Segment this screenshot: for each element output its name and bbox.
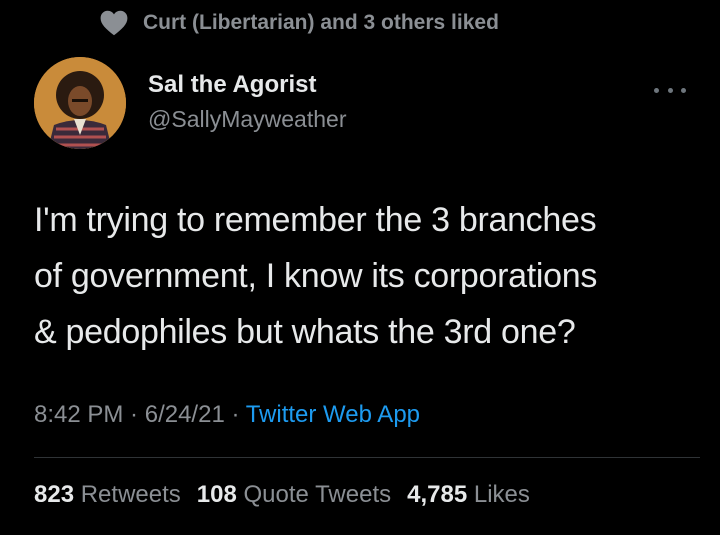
tweet-source-link[interactable]: Twitter Web App bbox=[246, 401, 420, 428]
retweets-count: 823 bbox=[34, 481, 75, 508]
user-handle[interactable]: @SallyMayweather bbox=[148, 104, 346, 134]
likes-count: 4,785 bbox=[407, 481, 468, 508]
heart-icon bbox=[100, 10, 128, 36]
quote-tweets-label: Quote Tweets bbox=[243, 481, 392, 508]
more-dot-icon bbox=[654, 87, 659, 93]
display-name[interactable]: Sal the Agorist bbox=[148, 70, 346, 100]
meta-separator: · bbox=[224, 401, 246, 428]
more-options-button[interactable] bbox=[654, 80, 686, 100]
tweet-text-line: I'm trying to remember the 3 branches bbox=[34, 201, 597, 239]
tweet-date[interactable]: 6/24/21 bbox=[145, 401, 225, 428]
quote-tweets-count: 108 bbox=[196, 481, 237, 508]
tweet-text-line: & pedophiles but whats the 3rd one? bbox=[34, 313, 576, 351]
more-dot-icon bbox=[667, 87, 673, 93]
social-context-text: Curt (Libertarian) and 3 others liked bbox=[143, 11, 499, 34]
meta-separator: · bbox=[123, 401, 145, 428]
retweets-stat[interactable]: 823 Retweets bbox=[34, 478, 181, 512]
avatar-image bbox=[34, 57, 126, 149]
tweet-stats: 823 Retweets 108 Quote Tweets 4,785 Like… bbox=[34, 478, 546, 512]
tweet-text: I'm trying to remember the 3 branches of… bbox=[34, 192, 704, 360]
tweet-meta: 8:42 PM · 6/24/21 · Twitter Web App bbox=[34, 398, 420, 432]
likes-stat[interactable]: 4,785 Likes bbox=[407, 478, 530, 512]
retweets-label: Retweets bbox=[80, 481, 181, 508]
tweet-text-line: of government, I know its corporations bbox=[34, 257, 598, 295]
tweet-time[interactable]: 8:42 PM bbox=[34, 401, 123, 428]
likes-label: Likes bbox=[473, 481, 530, 508]
social-context[interactable]: Curt (Libertarian) and 3 others liked bbox=[100, 8, 499, 38]
divider bbox=[34, 457, 700, 458]
author-block: Sal the Agorist @SallyMayweather bbox=[148, 70, 346, 134]
more-dot-icon bbox=[681, 87, 686, 93]
quote-tweets-stat[interactable]: 108 Quote Tweets bbox=[197, 478, 391, 512]
avatar[interactable] bbox=[34, 57, 126, 149]
